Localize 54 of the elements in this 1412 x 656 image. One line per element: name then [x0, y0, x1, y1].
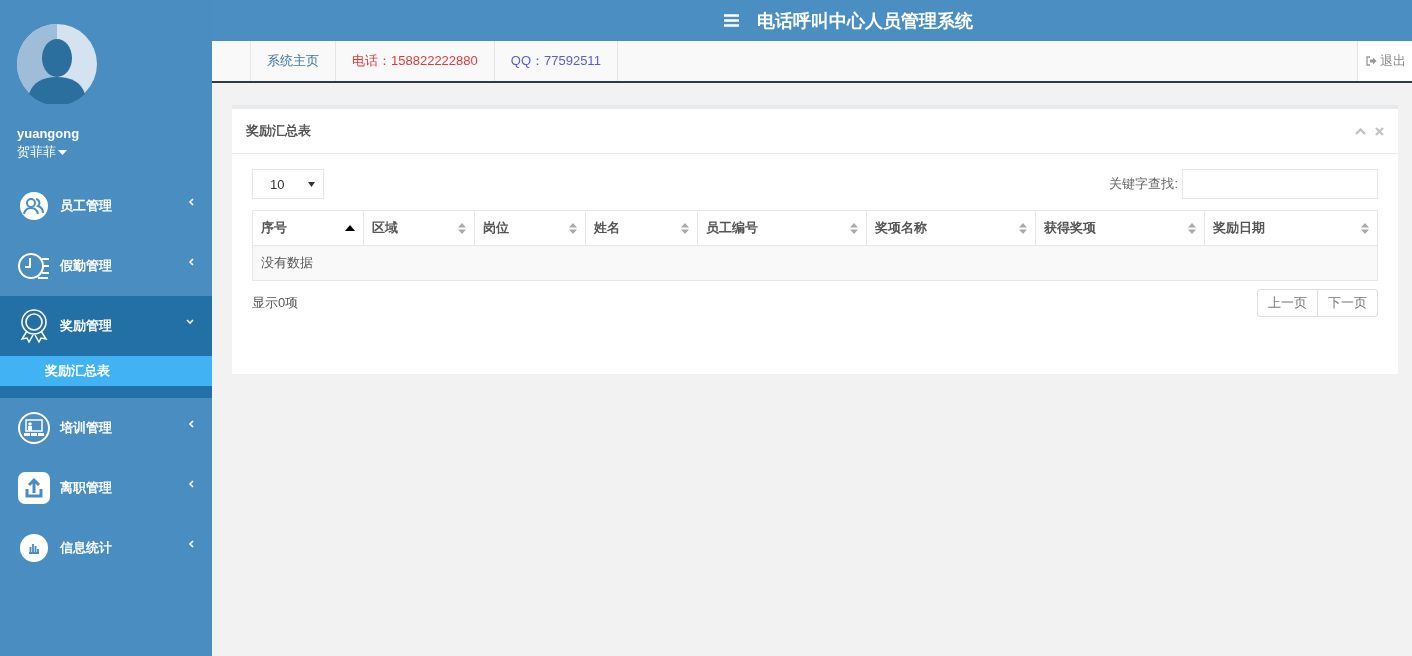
caret-icon [308, 181, 315, 187]
empty-message: 没有数据 [252, 245, 1378, 281]
people-icon [19, 191, 49, 221]
chevron-down-icon [186, 319, 194, 325]
presentation-icon [18, 412, 50, 444]
app-title: 电话呼叫中心人员管理系统 [757, 9, 973, 33]
upload-icon [18, 472, 50, 504]
sort-icon [458, 222, 466, 234]
sort-ascending-icon [345, 225, 355, 231]
caret-icon [58, 149, 67, 155]
column-header[interactable]: 区域 [363, 210, 475, 246]
chevron-left-icon [188, 258, 194, 266]
sort-icon [681, 222, 689, 234]
column-header[interactable]: 岗位 [474, 210, 586, 246]
user-dropdown[interactable]: 贺菲菲 [17, 143, 67, 161]
pager-button[interactable]: 下一页 [1317, 289, 1378, 317]
sort-icon [569, 222, 577, 234]
chevron-left-icon [188, 420, 194, 428]
pager-button[interactable]: 上一页 [1257, 289, 1318, 317]
bar-chart-icon [19, 533, 49, 563]
menu-item[interactable]: 培训管理 [0, 398, 212, 458]
panel-title: 奖励汇总表 [246, 122, 312, 140]
column-header[interactable]: 获得奖项 [1035, 210, 1205, 246]
menu-item[interactable]: 员工管理 [0, 176, 212, 236]
column-header[interactable]: 奖项名称 [866, 210, 1036, 246]
menu-item[interactable]: 离职管理 [0, 458, 212, 518]
menu-icon[interactable] [724, 14, 739, 27]
menu-item[interactable]: 信息统计 [0, 518, 212, 578]
column-header[interactable]: 姓名 [585, 210, 698, 246]
nav-link[interactable]: QQ：77592511 [493, 41, 618, 81]
sort-icon [1019, 222, 1027, 234]
column-header[interactable]: 员工编号 [697, 210, 867, 246]
chevron-left-icon [188, 198, 194, 206]
close-icon[interactable] [1375, 126, 1384, 136]
logout-link[interactable]: 退出 [1357, 41, 1412, 81]
table-info: 显示0项 [252, 294, 299, 312]
chevron-left-icon [188, 540, 194, 548]
sort-icon [1188, 222, 1196, 234]
logout-icon [1366, 56, 1377, 66]
medal-icon [19, 309, 49, 343]
sort-icon [1361, 222, 1369, 234]
page-size-select[interactable]: 10 [252, 169, 324, 199]
column-header[interactable]: 奖励日期 [1204, 210, 1378, 246]
sort-icon [850, 222, 858, 234]
menu-item[interactable]: 假勤管理 [0, 236, 212, 296]
search-field[interactable] [1182, 169, 1378, 199]
nav-link[interactable]: 系统主页 [250, 41, 335, 81]
username: yuangong [17, 126, 80, 141]
collapse-icon[interactable] [1355, 126, 1366, 135]
column-header[interactable]: 序号 [252, 210, 364, 246]
chevron-left-icon [188, 480, 194, 488]
clock-icon [18, 251, 50, 281]
nav-link[interactable]: 电话：158822222880 [335, 41, 494, 81]
search-label: 关键字查找: [1109, 175, 1178, 193]
